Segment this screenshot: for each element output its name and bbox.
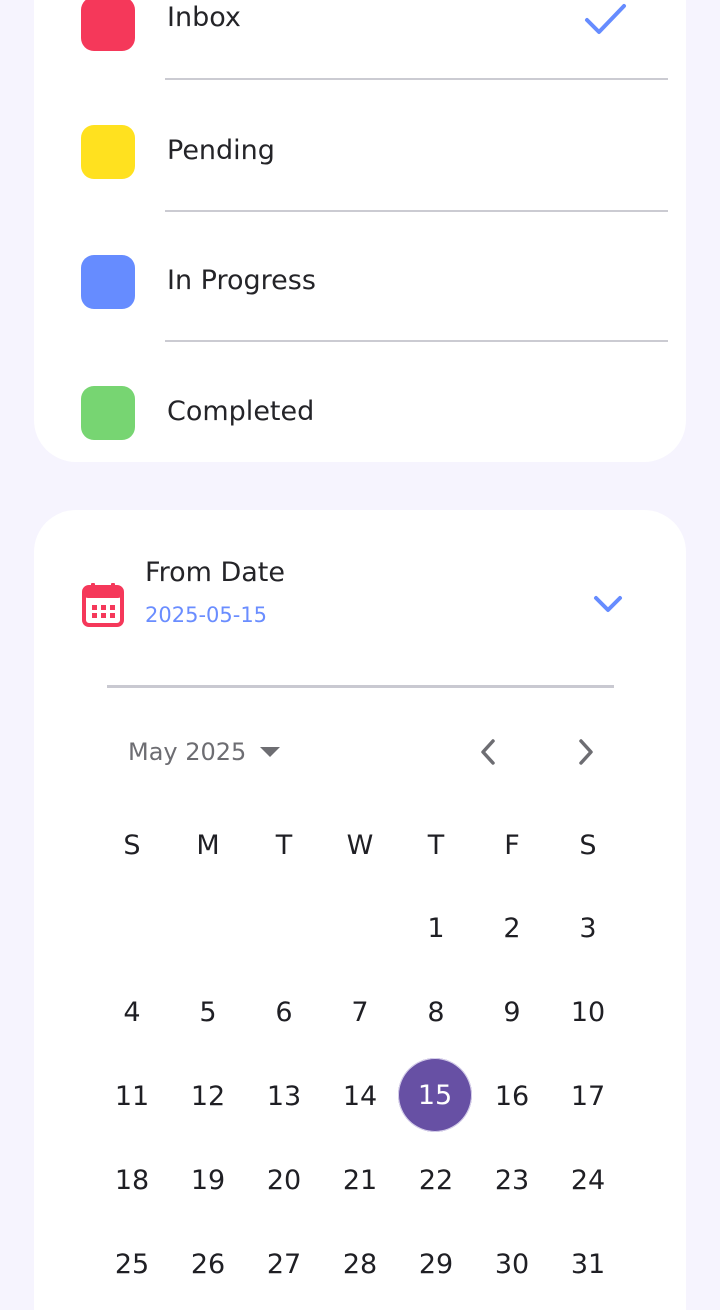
calendar-day[interactable]: 26: [170, 1226, 246, 1302]
date-picker-divider: [107, 685, 614, 688]
calendar-day[interactable]: 9: [474, 974, 550, 1050]
calendar-day[interactable]: 10: [550, 974, 626, 1050]
status-swatch: [81, 0, 135, 51]
weekday-label: S: [123, 829, 141, 861]
calendar-day[interactable]: 24: [550, 1142, 626, 1218]
chevron-down-icon[interactable]: [590, 590, 626, 620]
status-label: Completed: [167, 396, 315, 427]
status-swatch: [81, 386, 135, 440]
month-year-selector[interactable]: May 2025: [128, 732, 281, 772]
status-swatch: [81, 255, 135, 309]
calendar-day[interactable]: 17: [550, 1058, 626, 1134]
status-list-card: Inbox Pending In Progress Completed: [34, 0, 686, 462]
caret-down-icon: [260, 747, 281, 757]
selected-date-value: 2025-05-15: [145, 603, 268, 627]
calendar-day[interactable]: 4: [94, 974, 170, 1050]
calendar-day[interactable]: 7: [322, 974, 398, 1050]
status-option-pending[interactable]: Pending: [34, 90, 686, 220]
weekday-label: M: [196, 829, 220, 861]
calendar-day[interactable]: 21: [322, 1142, 398, 1218]
calendar-day[interactable]: 11: [94, 1058, 170, 1134]
calendar-day[interactable]: 8: [398, 974, 474, 1050]
calendar-day[interactable]: 25: [94, 1226, 170, 1302]
status-option-inbox[interactable]: Inbox: [34, 0, 686, 90]
calendar-day[interactable]: 3: [550, 890, 626, 966]
calendar-day[interactable]: 6: [246, 974, 322, 1050]
calendar-day[interactable]: 2: [474, 890, 550, 966]
calendar-day[interactable]: 29: [398, 1226, 474, 1302]
calendar-day[interactable]: 22: [398, 1142, 474, 1218]
calendar-icon: [82, 583, 124, 627]
calendar-day[interactable]: 1: [398, 890, 474, 966]
weekday-label: W: [346, 829, 374, 861]
calendar-day[interactable]: 23: [474, 1142, 550, 1218]
status-divider: [165, 78, 668, 80]
calendar-day[interactable]: 27: [246, 1226, 322, 1302]
weekday-label: T: [427, 829, 445, 861]
date-picker-title: From Date: [145, 557, 286, 588]
status-label: In Progress: [167, 265, 316, 296]
calendar-day[interactable]: 28: [322, 1226, 398, 1302]
calendar-day[interactable]: 14: [322, 1058, 398, 1134]
calendar-day[interactable]: 18: [94, 1142, 170, 1218]
status-swatch: [81, 125, 135, 179]
weekday-label: T: [275, 829, 293, 861]
status-divider: [165, 340, 668, 342]
selected-calendar-day[interactable]: 15: [398, 1058, 472, 1132]
calendar-day[interactable]: 13: [246, 1058, 322, 1134]
weekday-label: S: [579, 829, 597, 861]
previous-month-button[interactable]: [469, 732, 509, 772]
calendar-day[interactable]: 16: [474, 1058, 550, 1134]
date-picker-card: From Date 2025-05-15 May 2025 S M T W T …: [34, 510, 686, 1310]
next-month-button[interactable]: [565, 732, 605, 772]
month-year-label: May 2025: [128, 738, 247, 766]
status-label: Inbox: [167, 2, 241, 33]
calendar-day[interactable]: 5: [170, 974, 246, 1050]
calendar-day[interactable]: 31: [550, 1226, 626, 1302]
status-option-in-progress[interactable]: In Progress: [34, 220, 686, 350]
calendar-day[interactable]: 12: [170, 1058, 246, 1134]
status-divider: [165, 210, 668, 212]
check-icon: [585, 4, 626, 34]
weekday-label: F: [504, 829, 520, 861]
status-option-completed[interactable]: Completed: [34, 350, 686, 480]
calendar-day[interactable]: 20: [246, 1142, 322, 1218]
status-label: Pending: [167, 135, 275, 166]
calendar-day[interactable]: 30: [474, 1226, 550, 1302]
calendar-day[interactable]: 19: [170, 1142, 246, 1218]
